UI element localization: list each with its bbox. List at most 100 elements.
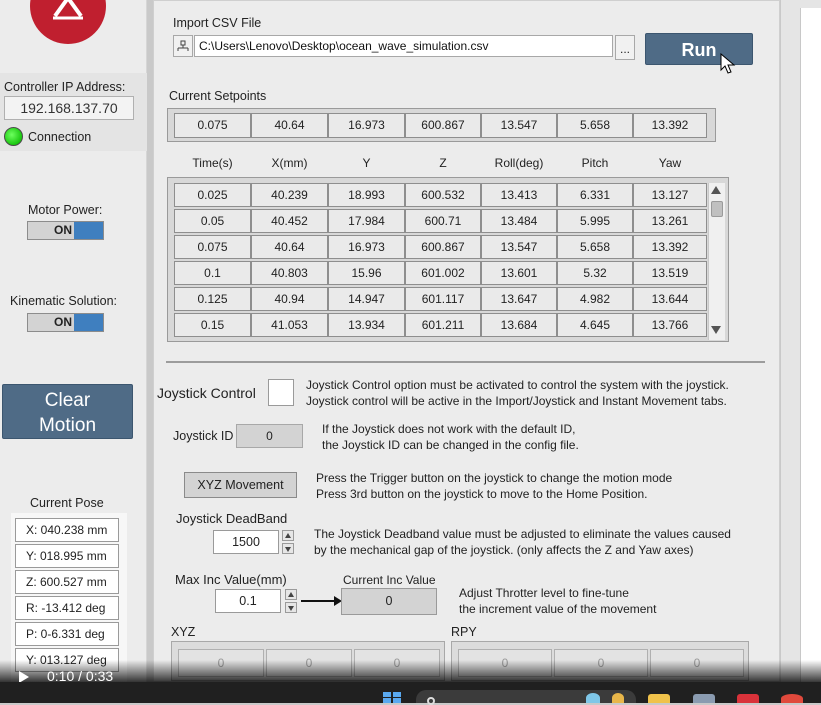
table-cell[interactable]: 5.32 [557,261,633,285]
clear-motion-button[interactable]: Clear Motion [2,384,133,439]
file-path-type-button[interactable] [173,35,193,57]
inc-desc-1: Adjust Throtter level to fine-tune [459,586,629,600]
table-cell[interactable]: 6.331 [557,183,633,207]
clear-motion-label-line1: Clear [44,390,91,411]
browse-button[interactable]: ... [615,35,635,60]
table-cell[interactable]: 40.94 [251,287,328,311]
table-cell[interactable]: 41.053 [251,313,328,337]
xyz-movement-button[interactable]: XYZ Movement [184,472,297,498]
table-cell[interactable]: 13.547 [481,235,557,259]
app-icon[interactable] [693,694,715,703]
weather-icon [586,693,600,703]
pose-z: Z: 600.527 mm [15,570,119,594]
toggle-knob [74,314,103,331]
table-cell[interactable]: 5.995 [557,209,633,233]
joystick-id-field[interactable]: 0 [236,424,303,448]
windows-start-icon[interactable] [383,692,401,703]
xyz-group-label: XYZ [171,625,196,639]
table-cell[interactable]: 0.125 [174,287,251,311]
table-cell[interactable]: 13.766 [633,313,707,337]
table-cell[interactable]: 0.05 [174,209,251,233]
joystick-control-desc-2: Joystick control will be active in the I… [306,394,727,408]
table-cell[interactable]: 40.452 [251,209,328,233]
table-cell[interactable]: 601.117 [405,287,481,311]
table-cell[interactable]: 15.96 [328,261,405,285]
max-inc-decrement-icon[interactable] [285,602,297,613]
table-cell[interactable]: 13.261 [633,209,707,233]
table-cell[interactable]: 13.647 [481,287,557,311]
table-cell[interactable]: 0.025 [174,183,251,207]
table-cell[interactable]: 17.984 [328,209,405,233]
chrome-icon[interactable] [781,694,803,703]
current-inc-field: 0 [341,588,437,615]
table-cell[interactable]: 4.645 [557,313,633,337]
table-cell[interactable]: 4.982 [557,287,633,311]
table-cell[interactable]: 40.239 [251,183,328,207]
column-header: Z [439,156,447,170]
table-cell[interactable]: 14.947 [328,287,405,311]
deadband-desc-1: The Joystick Deadband value must be adju… [314,527,731,541]
table-cell[interactable]: 600.532 [405,183,481,207]
table-cell[interactable]: 0.1 [174,261,251,285]
table-cell[interactable]: 13.934 [328,313,405,337]
inc-desc-2: the increment value of the movement [459,602,657,616]
deadband-increment-icon[interactable] [282,530,294,541]
joystick-control-checkbox[interactable] [268,379,294,406]
motor-power-label: Motor Power: [28,203,103,217]
clear-motion-label-line2: Motion [38,415,97,436]
scroll-up-icon[interactable] [711,186,721,194]
table-cell[interactable]: 0.075 [174,235,251,259]
setpoint-value: 0.075 [174,113,251,138]
right-pane [800,8,821,682]
table-cell[interactable]: 13.392 [633,235,707,259]
table-cell[interactable]: 40.803 [251,261,328,285]
table-cell[interactable]: 601.211 [405,313,481,337]
table-cell[interactable]: 13.519 [633,261,707,285]
csv-path-input[interactable]: C:\Users\Lenovo\Desktop\ocean_wave_simul… [194,35,613,57]
deadband-decrement-icon[interactable] [282,543,294,554]
table-cell[interactable]: 13.684 [481,313,557,337]
deadband-input[interactable]: 1500 [213,530,279,554]
table-cell[interactable]: 601.002 [405,261,481,285]
table-cell[interactable]: 40.64 [251,235,328,259]
motor-power-toggle[interactable]: ON [27,221,104,240]
scroll-thumb[interactable] [711,201,723,217]
max-inc-input[interactable]: 0.1 [215,589,281,613]
file-explorer-icon[interactable] [648,694,670,703]
taskbar-search[interactable] [416,690,636,703]
joystick-id-desc-1: If the Joystick does not work with the d… [322,422,576,436]
table-cell[interactable]: 5.658 [557,235,633,259]
app-icon[interactable] [737,694,759,703]
table-cell[interactable]: 13.644 [633,287,707,311]
motor-power-state: ON [54,223,72,237]
pose-roll: R: -13.412 deg [15,596,119,620]
table-cell[interactable]: 13.413 [481,183,557,207]
column-header: Roll(deg) [494,156,544,170]
mouse-cursor-icon [720,53,736,74]
table-cell[interactable]: 600.867 [405,235,481,259]
joystick-id-desc-2: the Joystick ID can be changed in the co… [322,438,579,452]
network-path-icon [177,40,189,51]
table-cell[interactable]: 13.601 [481,261,557,285]
table-cell[interactable]: 13.127 [633,183,707,207]
setpoint-value: 5.658 [557,113,633,138]
setpoint-value: 13.547 [481,113,557,138]
section-divider [166,361,765,363]
current-pose-label: Current Pose [30,496,104,510]
table-cell[interactable]: 0.15 [174,313,251,337]
table-cell[interactable]: 13.484 [481,209,557,233]
run-button[interactable]: Run [645,33,753,65]
table-cell[interactable]: 18.993 [328,183,405,207]
max-inc-increment-icon[interactable] [285,589,297,600]
table-cell[interactable]: 16.973 [328,235,405,259]
connection-label: Connection [28,130,92,144]
column-header: Time(s) [192,156,233,170]
scroll-down-icon[interactable] [711,326,721,334]
controller-ip-field[interactable]: 192.168.137.70 [4,96,134,120]
deadband-label: Joystick DeadBand [176,511,288,526]
import-csv-label: Import CSV File [173,16,262,30]
connection-led-icon [4,127,23,146]
kinematic-solution-label: Kinematic Solution: [10,294,118,308]
kinematic-solution-toggle[interactable]: ON [27,313,104,332]
table-cell[interactable]: 600.71 [405,209,481,233]
